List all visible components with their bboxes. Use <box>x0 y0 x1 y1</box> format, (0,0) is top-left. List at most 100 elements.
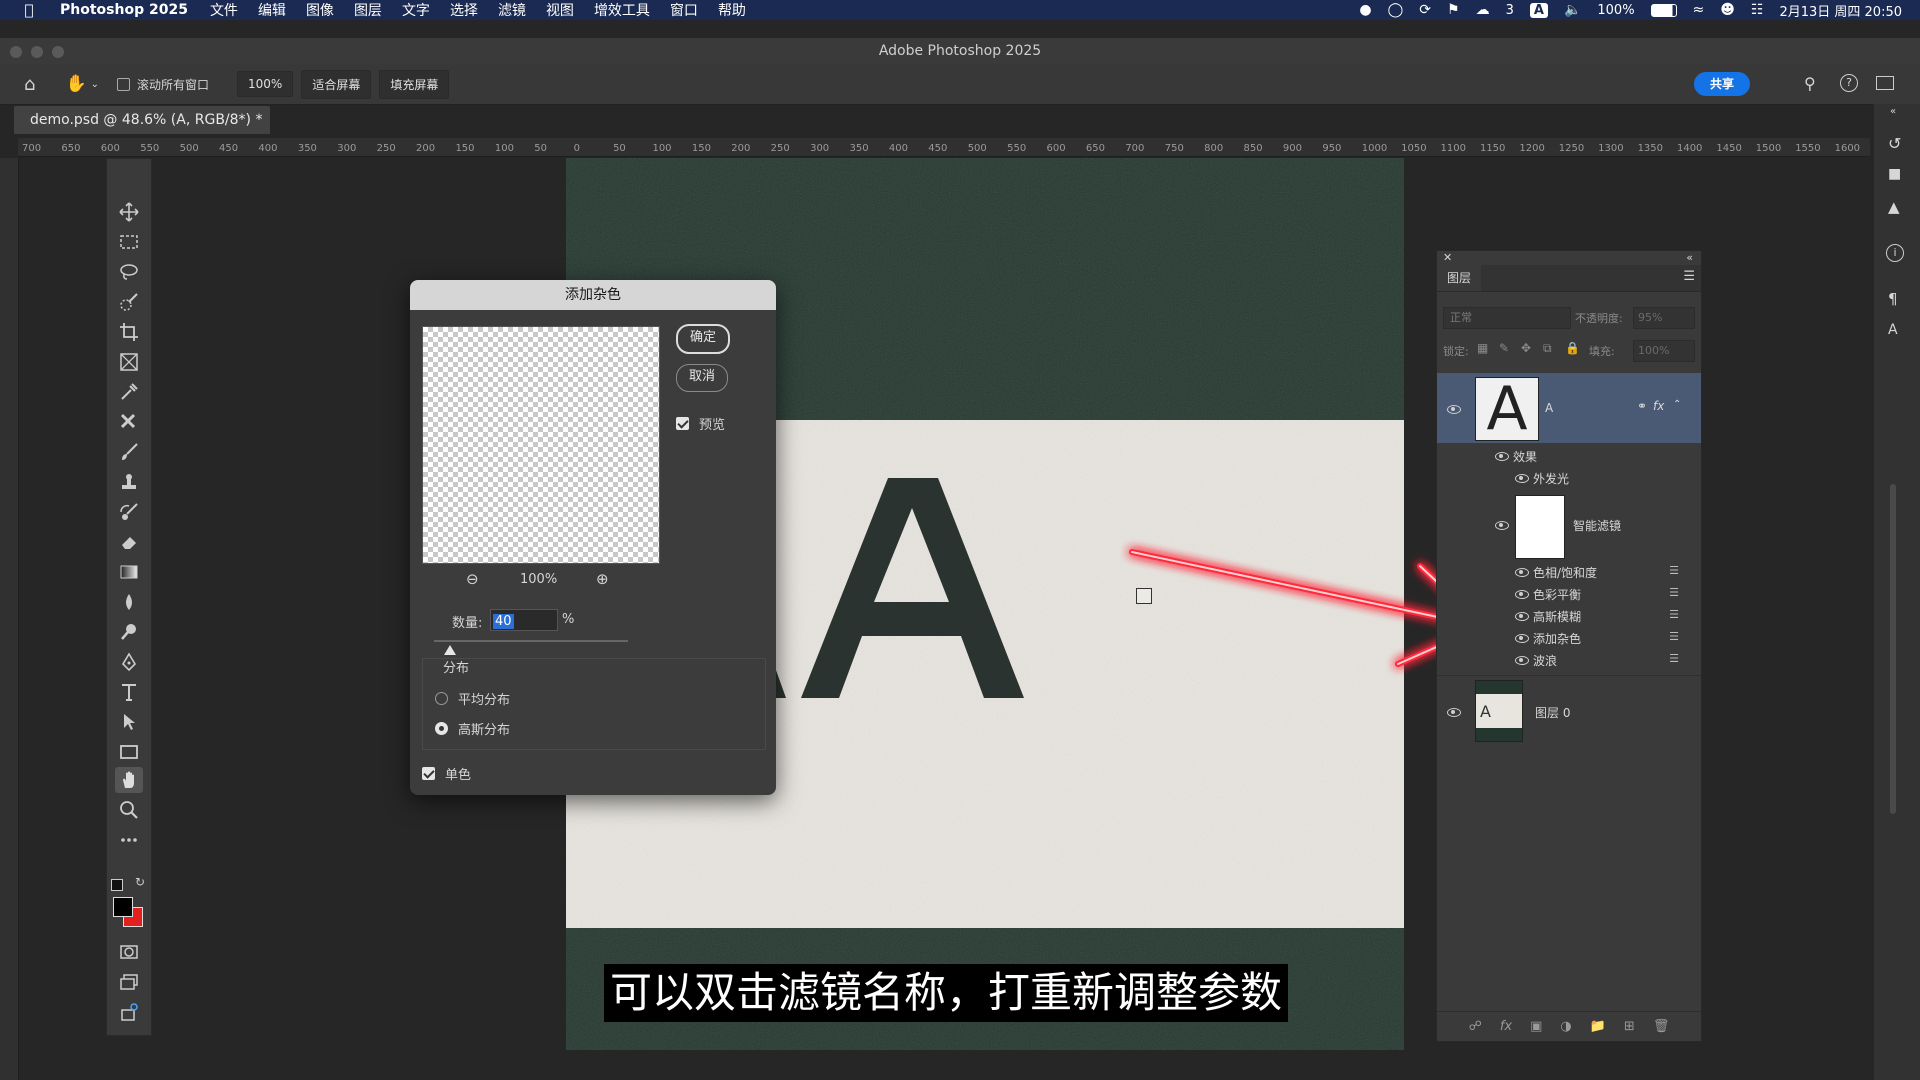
brush-tool-icon[interactable] <box>115 439 143 465</box>
lock-paint-icon[interactable]: ✎ <box>1499 341 1509 355</box>
more-tools-icon[interactable] <box>115 827 143 853</box>
uniform-radio[interactable] <box>435 692 448 705</box>
tab-layers[interactable]: 图层 <box>1437 265 1481 291</box>
chevron-up-icon[interactable]: ⌃ <box>1673 399 1681 410</box>
menu-plugins[interactable]: 增效工具 <box>594 0 650 20</box>
filter-row-wave[interactable]: 波浪 ☰ <box>1437 651 1701 669</box>
zoom-tool-icon[interactable] <box>115 797 143 823</box>
document-tab[interactable]: demo.psd @ 48.6% (A, RGB/8*) * <box>14 106 270 134</box>
paragraph-panel-icon[interactable]: ¶ <box>1888 290 1898 308</box>
move-tool-icon[interactable] <box>115 199 143 225</box>
collapse-panel-icon[interactable]: « <box>1686 251 1693 264</box>
menu-help[interactable]: 帮助 <box>718 0 746 20</box>
eraser-tool-icon[interactable] <box>115 529 143 555</box>
pen-tool-icon[interactable] <box>115 649 143 675</box>
volume-icon[interactable]: 🔈 <box>1564 2 1581 18</box>
filter-eye-icon[interactable] <box>1515 568 1529 577</box>
filter-eye-icon[interactable] <box>1515 590 1529 599</box>
filter-row-hue[interactable]: 色相/饱和度 ☰ <box>1437 563 1701 581</box>
menubar-datetime[interactable]: 2月13日 周四 20:50 <box>1779 1 1902 20</box>
smart-filters-eye-icon[interactable] <box>1495 521 1509 530</box>
filter-eye-icon[interactable] <box>1515 656 1529 665</box>
visibility-eye-icon[interactable] <box>1447 405 1461 414</box>
monochromatic-checkbox[interactable] <box>422 767 435 780</box>
wifi-icon[interactable]: ≈ <box>1693 2 1705 18</box>
eyedropper-tool-icon[interactable] <box>115 379 143 405</box>
noise-preview[interactable] <box>422 326 660 564</box>
crop-tool-icon[interactable] <box>115 319 143 345</box>
uniform-option[interactable]: 平均分布 <box>435 689 510 708</box>
new-layer-icon[interactable]: ⊞ <box>1624 1019 1635 1034</box>
swap-colors-icon[interactable]: ↻ <box>135 875 145 889</box>
amount-input[interactable]: 40 <box>490 609 558 631</box>
frame-tool-icon[interactable] <box>115 349 143 375</box>
menubar-app-name[interactable]: Photoshop 2025 <box>60 2 188 18</box>
search-icon[interactable]: ⚲ <box>1804 74 1816 93</box>
healing-brush-tool-icon[interactable] <box>115 409 143 435</box>
smart-filter-mask-thumbnail[interactable] <box>1515 495 1565 559</box>
lock-position-icon[interactable]: ✥ <box>1521 341 1531 355</box>
apple-icon[interactable]:  <box>14 1 44 19</box>
menu-type[interactable]: 文字 <box>402 0 430 20</box>
marquee-tool-icon[interactable] <box>115 229 143 255</box>
path-selection-tool-icon[interactable] <box>115 709 143 735</box>
gradient-tool-icon[interactable] <box>115 559 143 585</box>
menu-image[interactable]: 图像 <box>306 0 334 20</box>
clone-stamp-tool-icon[interactable] <box>115 469 143 495</box>
fill-input[interactable]: 100% <box>1633 340 1695 362</box>
blur-tool-icon[interactable] <box>115 589 143 615</box>
add-mask-icon[interactable]: ▣ <box>1530 1019 1542 1034</box>
lock-all-icon[interactable]: 🔒 <box>1565 341 1580 355</box>
fill-screen-button[interactable]: 填充屏幕 <box>379 69 450 99</box>
chevron-down-icon[interactable]: ⌄ <box>91 79 99 90</box>
expand-panels-icon[interactable]: « <box>1890 106 1896 117</box>
lock-transparent-icon[interactable]: ▦ <box>1477 341 1488 355</box>
control-center-icon[interactable]: ☷ <box>1751 2 1764 18</box>
layer-name[interactable]: 图层 0 <box>1535 704 1570 721</box>
blending-options-icon[interactable]: ☰ <box>1669 652 1679 665</box>
quick-mask-icon[interactable] <box>115 939 143 965</box>
share-button[interactable]: 共享 <box>1694 72 1750 96</box>
screen-mode-icon[interactable] <box>115 969 143 995</box>
menu-edit[interactable]: 编辑 <box>258 0 286 20</box>
lasso-tool-icon[interactable] <box>115 259 143 285</box>
filter-eye-icon[interactable] <box>1515 612 1529 621</box>
type-tool-icon[interactable] <box>115 679 143 705</box>
layer-name[interactable]: A <box>1545 401 1553 415</box>
lock-artboard-icon[interactable]: ⧉ <box>1543 341 1552 356</box>
effects-eye-icon[interactable] <box>1495 452 1509 461</box>
menu-file[interactable]: 文件 <box>210 0 238 20</box>
ok-button[interactable]: 确定 <box>676 324 730 354</box>
blending-options-icon[interactable]: ☰ <box>1669 630 1679 643</box>
minimize-window-button[interactable] <box>31 46 43 58</box>
history-brush-tool-icon[interactable] <box>115 499 143 525</box>
opacity-input[interactable]: 95% <box>1633 307 1695 329</box>
zoom-window-button[interactable] <box>52 46 64 58</box>
dodge-tool-icon[interactable] <box>115 619 143 645</box>
foreground-color-swatch[interactable] <box>113 897 133 917</box>
blending-options-icon[interactable]: ☰ <box>1669 608 1679 621</box>
new-group-icon[interactable]: 📁 <box>1590 1019 1606 1034</box>
preview-checkbox[interactable] <box>676 417 689 430</box>
hand-tool-icon[interactable] <box>115 767 143 793</box>
menu-layer[interactable]: 图层 <box>354 0 382 20</box>
gaussian-radio[interactable] <box>435 722 448 735</box>
layer-row-a[interactable]: A A ⚭ fx ⌃ <box>1437 373 1701 443</box>
amount-slider-thumb[interactable] <box>443 645 456 655</box>
panel-menu-icon[interactable]: ☰ <box>1683 269 1695 284</box>
vertical-scrollbar[interactable] <box>1890 484 1896 814</box>
zoom-out-icon[interactable]: ⊖ <box>466 570 479 588</box>
menu-view[interactable]: 视图 <box>546 0 574 20</box>
help-icon[interactable]: ? <box>1840 74 1858 92</box>
close-window-button[interactable] <box>10 46 22 58</box>
filter-row-add-noise[interactable]: 添加杂色 ☰ <box>1437 629 1701 647</box>
scroll-all-checkbox[interactable] <box>117 77 130 91</box>
blending-options-icon[interactable]: ☰ <box>1669 564 1679 577</box>
battery-icon[interactable] <box>1650 3 1677 17</box>
outer-glow-eye-icon[interactable] <box>1515 474 1529 483</box>
zoom-in-icon[interactable]: ⊕ <box>596 570 609 588</box>
character-panel-icon[interactable]: A <box>1888 322 1898 338</box>
blend-mode-select[interactable]: 正常 <box>1443 307 1571 329</box>
outer-glow-row[interactable]: 外发光 <box>1437 469 1701 487</box>
default-colors-icon[interactable] <box>111 879 123 891</box>
